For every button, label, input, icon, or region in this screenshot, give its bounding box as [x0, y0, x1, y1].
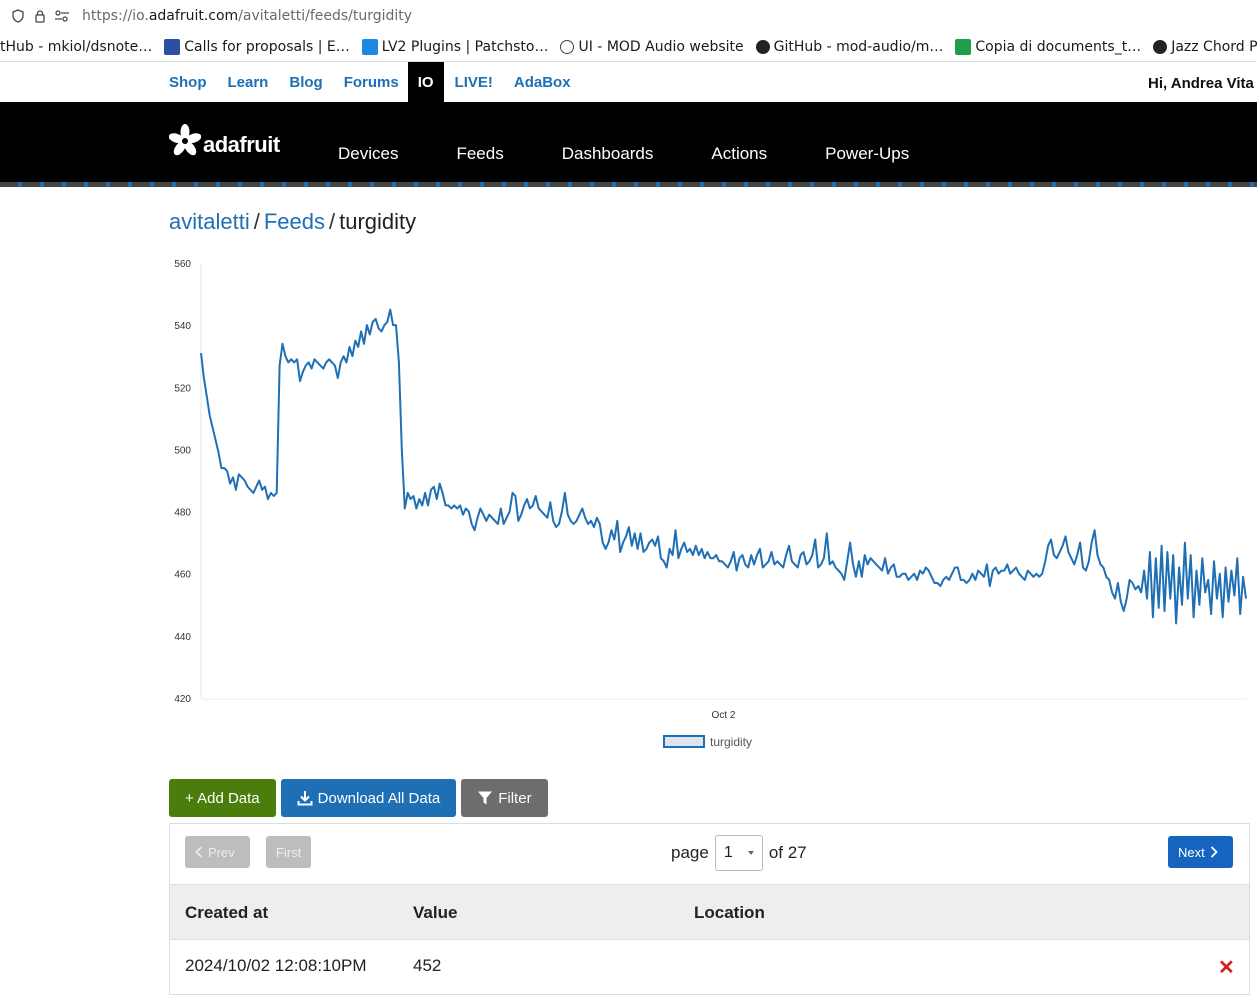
legend-swatch[interactable]: [663, 735, 705, 748]
bookmarks-bar: tHub - mkiol/dsnote… Calls for proposals …: [0, 32, 1257, 62]
adafruit-flower-icon: [169, 124, 201, 156]
first-page-button[interactable]: First: [266, 836, 312, 868]
y-tick-label: 520: [174, 383, 191, 394]
topnav-link-blog[interactable]: Blog: [289, 74, 322, 91]
breadcrumb-separator: /: [329, 209, 336, 234]
mainnav-devices[interactable]: Devices: [338, 144, 398, 164]
io-header: adafruit Devices Feeds Dashboards Actions Po…: [0, 102, 1257, 187]
user-greeting[interactable]: Hi, Andrea Vita: [1148, 75, 1254, 92]
x-tick-label: Oct 2: [712, 710, 736, 721]
chevron-right-icon: [1210, 846, 1218, 858]
breadcrumb-user-link[interactable]: avitaletti: [169, 209, 250, 234]
y-tick-label: 500: [174, 445, 191, 456]
download-all-data-button[interactable]: Download All Data: [280, 779, 457, 817]
page-count: of 27: [768, 843, 807, 862]
filter-button[interactable]: Filter: [461, 779, 548, 817]
sheets-icon: [955, 38, 972, 55]
site-permissions-icon[interactable]: [54, 8, 70, 24]
topnav-link-shop[interactable]: Shop: [169, 74, 207, 91]
globe-icon: [560, 39, 575, 54]
bookmark-item[interactable]: Copia di documents_t…: [955, 38, 1142, 55]
caret-down-icon: [747, 851, 754, 855]
lock-icon[interactable]: [32, 8, 48, 24]
topnav-link-learn[interactable]: Learn: [228, 74, 269, 91]
cell-created-at: 2024/10/02 12:08:10PM: [185, 956, 367, 975]
table-header: Created at Value Location: [170, 884, 1249, 940]
mainnav-dashboards[interactable]: Dashboards: [562, 144, 654, 164]
top-site-nav: Shop Learn Blog Forums IO LIVE! AdaBox Hi, And…: [0, 62, 1257, 102]
page-select[interactable]: 1: [714, 835, 763, 871]
bookmark-label: Calls for proposals | E…: [184, 38, 350, 55]
browser-url-bar[interactable]: https://io.adafruit.com/avitaletti/feeds…: [0, 0, 1257, 33]
cell-value: 452: [413, 956, 442, 975]
legend-label[interactable]: turgidity: [710, 735, 752, 749]
bookmark-label: Copia di documents_t…: [975, 38, 1142, 55]
logo-wordmark: adafruit: [203, 132, 280, 157]
github-icon: [755, 39, 770, 54]
header-stripe: [0, 182, 1257, 187]
data-table-panel: Prev First page 1 of 27 Next Created at …: [169, 823, 1250, 995]
turgidity-line-chart[interactable]: 420 440 460 480 500 520 540 560 Oct 2 turgidity: [160, 250, 1257, 760]
url-text[interactable]: https://io.adafruit.com/avitaletti/feeds…: [82, 8, 412, 24]
jazz-icon: [1153, 39, 1168, 54]
y-tick-label: 560: [174, 259, 191, 270]
breadcrumb-feeds-link[interactable]: Feeds: [264, 209, 325, 234]
eu-icon: [164, 38, 181, 55]
prev-page-button[interactable]: Prev: [185, 836, 250, 868]
mainnav-feeds[interactable]: Feeds: [456, 144, 503, 164]
topnav-link-forums[interactable]: Forums: [344, 74, 399, 91]
download-icon: [297, 791, 313, 806]
bookmark-item[interactable]: LV2 Plugins | Patchsto…: [361, 38, 549, 55]
y-tick-label: 440: [174, 632, 191, 643]
bookmark-label: tHub - mkiol/dsnote…: [0, 38, 153, 55]
bookmark-label: LV2 Plugins | Patchsto…: [381, 38, 549, 55]
page-label: page: [671, 843, 709, 862]
next-page-button[interactable]: Next: [1168, 836, 1233, 868]
y-tick-label: 460: [174, 570, 191, 581]
bookmark-item[interactable]: UI - MOD Audio website: [560, 38, 744, 55]
bookmark-item[interactable]: GitHub - mod-audio/m…: [755, 38, 944, 55]
y-tick-label: 420: [174, 694, 191, 705]
patchstorage-icon: [361, 38, 378, 55]
adafruit-logo[interactable]: adafruit: [169, 122, 280, 158]
y-tick-label: 540: [174, 321, 191, 332]
breadcrumb-separator: /: [253, 209, 260, 234]
bookmark-label: UI - MOD Audio website: [578, 38, 744, 55]
bookmark-label: Jazz Chord Progre: [1171, 38, 1257, 55]
bookmark-item[interactable]: Jazz Chord Progre: [1153, 39, 1257, 55]
column-created-at[interactable]: Created at: [185, 903, 268, 923]
topnav-link-live[interactable]: LIVE!: [455, 74, 493, 91]
add-data-button[interactable]: + Add Data: [169, 779, 276, 817]
delete-row-icon[interactable]: ✕: [1218, 955, 1235, 980]
shield-icon[interactable]: [10, 8, 26, 24]
filter-icon: [478, 791, 493, 805]
bookmark-item[interactable]: tHub - mkiol/dsnote…: [0, 39, 152, 55]
mainnav-powerups[interactable]: Power-Ups: [825, 144, 909, 164]
topnav-link-adabox[interactable]: AdaBox: [514, 74, 571, 91]
y-tick-label: 480: [174, 508, 191, 519]
pagination: Prev First page 1 of 27 Next: [170, 824, 1249, 884]
page-selector: page 1 of 27: [671, 835, 807, 871]
series-line-turgidity[interactable]: [200, 308, 1247, 625]
breadcrumb-current: turgidity: [339, 209, 417, 234]
bookmark-item[interactable]: Calls for proposals | E…: [164, 38, 350, 55]
breadcrumb: avitaletti / Feeds / turgidity: [169, 209, 416, 235]
column-value[interactable]: Value: [413, 903, 457, 923]
mainnav-actions[interactable]: Actions: [711, 144, 767, 164]
column-location[interactable]: Location: [694, 903, 765, 923]
table-row: 2024/10/02 12:08:10PM 452 ✕: [170, 939, 1249, 994]
chevron-left-icon: [195, 846, 203, 858]
bookmark-label: GitHub - mod-audio/m…: [773, 38, 944, 55]
feed-actions: + Add Data Download All Data Filter: [169, 779, 553, 817]
topnav-link-io[interactable]: IO: [407, 62, 444, 102]
